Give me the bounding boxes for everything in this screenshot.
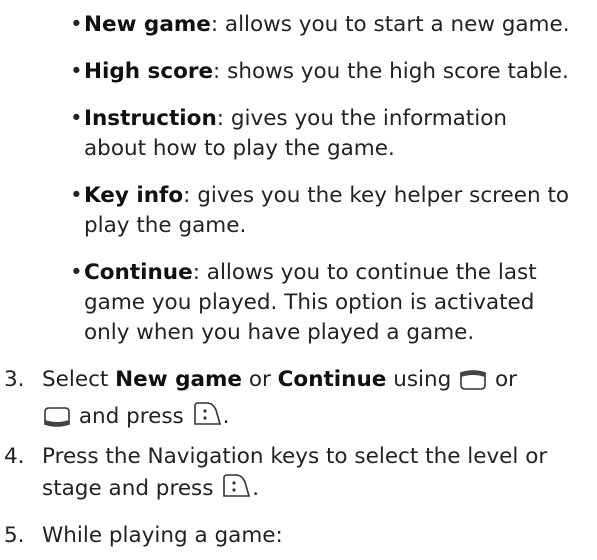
bullet-dot: • — [70, 260, 83, 285]
term-label: New game — [84, 12, 211, 37]
term-description-cont: about how to play the game. — [84, 136, 395, 161]
bullet-dot: • — [70, 183, 83, 208]
term-description: : allows you to continue the last — [192, 260, 537, 285]
step-number: 3. — [4, 367, 25, 392]
term-description: : gives you the key helper screen to — [183, 183, 570, 208]
down-navigation-key-icon — [42, 406, 72, 437]
bullet-dot: • — [70, 106, 83, 131]
list-item-high-score: • High score: shows you the high score t… — [70, 57, 590, 87]
step-text: While playing a game: — [42, 523, 283, 548]
confirm-key-icon — [220, 472, 252, 509]
term-label: High score — [84, 59, 214, 84]
step-text: Select New game or Continue using or and… — [42, 365, 592, 437]
option-continue: Continue — [277, 367, 387, 392]
term-description-cont: play the game. — [84, 213, 247, 238]
term-description-cont: only when you have played a game. — [84, 320, 475, 345]
list-item-continue: • Continue: allows you to continue the l… — [70, 258, 590, 348]
confirm-key-icon — [191, 400, 223, 437]
term-description-cont: game you played. This option is activate… — [84, 290, 535, 315]
step-number: 5. — [4, 523, 25, 548]
bullet-dot: • — [70, 12, 83, 37]
step-text: Press the Navigation keys to select the … — [42, 442, 592, 509]
term-label: Key info — [84, 183, 184, 208]
up-navigation-key-icon — [458, 369, 488, 400]
list-item-instruction: • Instruction: gives you the information… — [70, 104, 590, 164]
term-description: : shows you the high score table. — [213, 59, 569, 84]
term-label: Continue — [84, 260, 193, 285]
step-number: 4. — [4, 444, 25, 469]
term-label: Instruction — [84, 106, 217, 131]
bullet-dot: • — [70, 59, 83, 84]
list-item-key-info: • Key info: gives you the key helper scr… — [70, 181, 590, 241]
term-description: : allows you to start a new game. — [210, 12, 570, 37]
option-new-game: New game — [115, 367, 242, 392]
term-description: : gives you the information — [216, 106, 507, 131]
list-item-new-game: • New game: allows you to start a new ga… — [70, 10, 590, 40]
